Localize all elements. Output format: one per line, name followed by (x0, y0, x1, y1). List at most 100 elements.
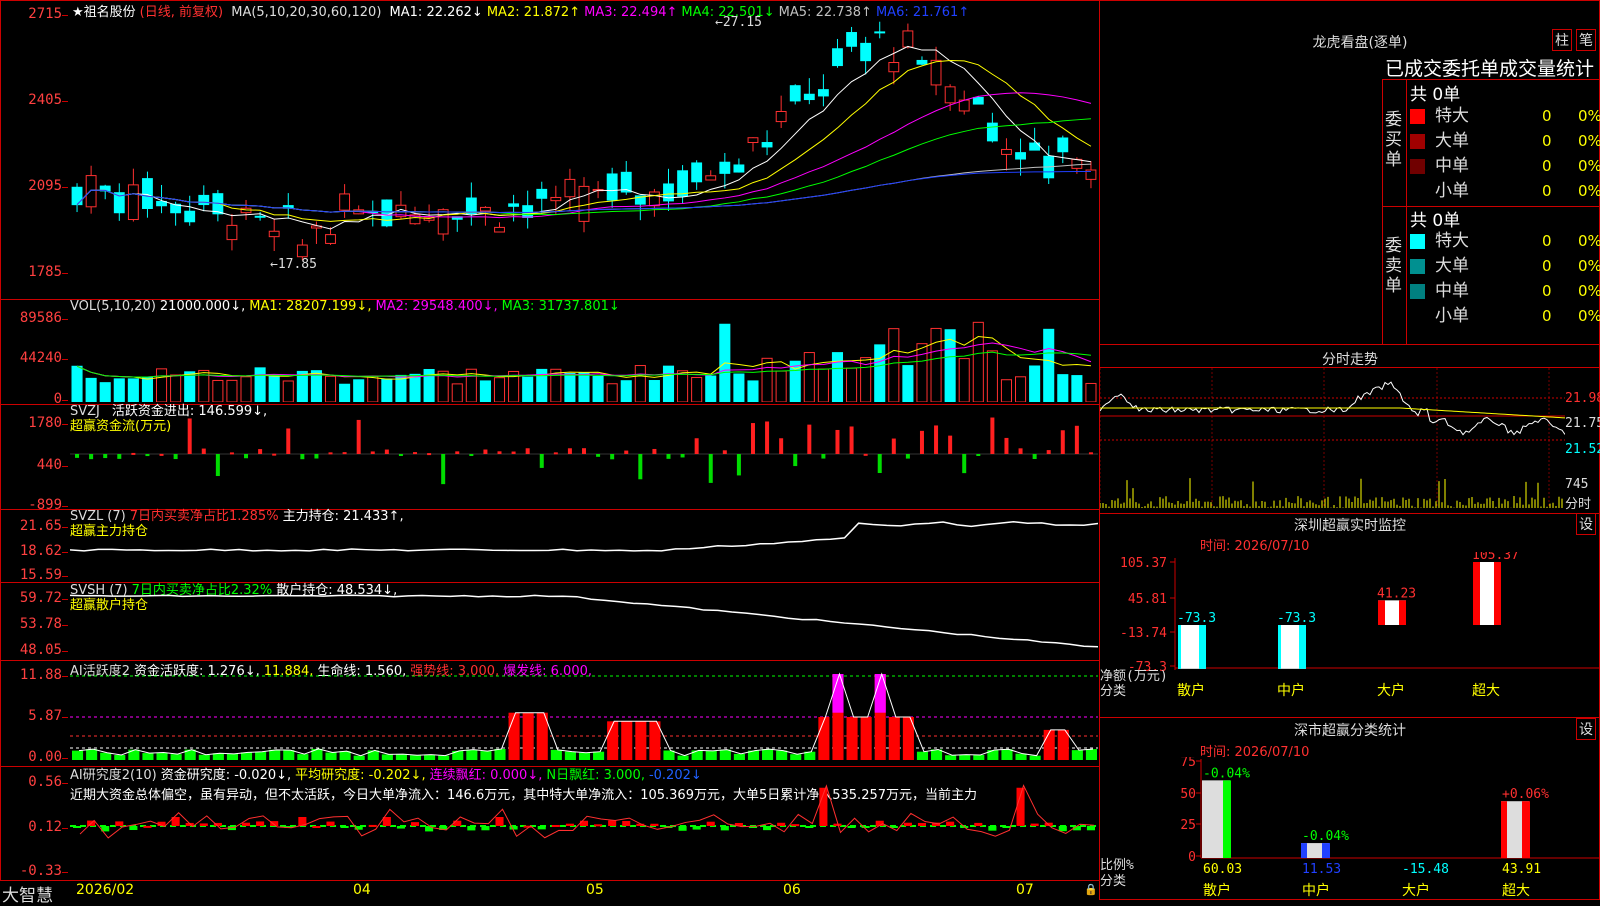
bar-edge (1299, 625, 1306, 669)
volume-bar (127, 378, 139, 402)
svsh-ylabel-0: 59.72 (19, 590, 62, 606)
svzl-ylabel-0: 21.65 (19, 518, 62, 534)
sz-class-settings-button[interactable]: 设 (1576, 718, 1596, 740)
sz-monitor-chart[interactable]: 105.3745.81-13.74-73.3-73.3散户-73.3中户41.2… (1100, 552, 1600, 718)
row-count: 0 (1542, 257, 1552, 275)
intraday-price-mid: 21.75 (1565, 416, 1600, 431)
research-bar (650, 823, 659, 826)
row-count: 0 (1542, 232, 1552, 250)
candle-body (733, 164, 745, 173)
research-bar (481, 826, 490, 831)
candle-body (761, 142, 773, 148)
sz-monitor-axis-label2: 分类 (1100, 684, 1126, 699)
research-bar (777, 822, 786, 826)
kline-chart[interactable]: ←27.15 ←17.85 (70, 14, 1098, 298)
buy-row-1: 大单 (1410, 129, 1469, 153)
candle-body (184, 210, 196, 223)
sell-row-0: 特大 (1410, 229, 1469, 253)
bar-edge (1522, 801, 1530, 858)
sz-monitor-ylabel-1: 45.81 (1128, 592, 1167, 607)
row-pct: 0% (1578, 132, 1600, 150)
ai-research-chart[interactable] (70, 776, 1098, 880)
activity-bar (860, 717, 872, 760)
svzj-chart[interactable] (70, 412, 1098, 508)
volume-bar (1057, 374, 1069, 402)
activity-bar (255, 751, 267, 760)
kline-ylabel-1: 2405 (28, 92, 62, 108)
sz-monitor-bar-1 (1278, 625, 1306, 669)
volume-bar (367, 375, 379, 402)
sz-class-axis-label: 比例% (1100, 858, 1134, 873)
svzj-bar (807, 424, 812, 454)
research-bar (326, 821, 335, 826)
svzj-bar (117, 454, 122, 459)
research-bar (917, 822, 927, 826)
vol-ylabel-0: 89586 (19, 310, 62, 326)
volume-bar (381, 378, 393, 402)
bar-edge (1399, 600, 1406, 625)
activity-bar (931, 749, 943, 760)
candle-body (71, 186, 83, 206)
svzj-bar (553, 452, 558, 455)
bar-edge (1278, 625, 1281, 669)
research-bar (847, 826, 856, 828)
volume-bar (353, 379, 365, 402)
activity-bar (916, 751, 929, 760)
svzj-bar (962, 454, 967, 474)
sz-monitor-settings-button[interactable]: 设 (1576, 513, 1596, 535)
volume-bar (226, 379, 238, 402)
svzj-bar (103, 454, 108, 459)
bar-view-button[interactable]: 柱 (1552, 29, 1572, 51)
research-bar (425, 826, 434, 832)
svzj-bar (145, 454, 150, 457)
activity-bar (593, 751, 605, 760)
ai-active-chart[interactable] (70, 670, 1098, 764)
svzj-bar (976, 454, 981, 456)
volume-bar (677, 370, 689, 402)
volume-indicator-name[interactable]: VOL(5,10,20) (70, 299, 156, 314)
volume-bar (930, 327, 942, 402)
brand-label: 大智慧 (2, 886, 53, 906)
candle-body (606, 173, 618, 201)
sz-class-chart[interactable]: 75 50 25 0 -0.04% 60.03 散户 -0.04% 11.53 中户 -15.48 大… (1100, 757, 1600, 900)
color-swatch (1410, 308, 1425, 324)
research-bar (720, 826, 729, 831)
volume-bar (71, 365, 83, 402)
candle-body (747, 137, 759, 144)
sz-class-title: 深市超赢分类统计 (1294, 723, 1406, 739)
candle-body (381, 199, 393, 227)
svzj-bar (652, 448, 657, 454)
intraday-chart[interactable] (1100, 368, 1565, 510)
activity-bar (494, 748, 506, 760)
sz-monitor-value-1: -73.3 (1277, 611, 1316, 626)
research-bar (565, 823, 574, 826)
bar-edge (1223, 780, 1231, 858)
activity-bar (100, 752, 112, 760)
activity-bar (959, 754, 971, 760)
activity-bar (409, 755, 422, 760)
activity-bar (156, 752, 168, 760)
svzj-bar (511, 451, 516, 454)
volume-value: 21000.000↓, (159, 299, 246, 314)
svsh-chart[interactable] (70, 592, 1098, 658)
sz-monitor-bar-2 (1378, 600, 1406, 625)
svzj-bar (469, 454, 474, 456)
svzj-bar (131, 452, 136, 455)
ai1-ylabel-0: 11.88 (19, 667, 62, 683)
volume-chart[interactable] (70, 318, 1098, 402)
tick-view-button[interactable]: 笔 (1576, 29, 1596, 51)
activity-bar (1043, 729, 1055, 760)
sz-class-ylabel-1: 50 (1180, 787, 1196, 802)
row-pct: 0% (1578, 232, 1600, 250)
lock-icon[interactable]: 🔒 (1084, 883, 1098, 896)
activity-bar (353, 755, 365, 760)
svzj-bar (1088, 452, 1093, 455)
activity-bar (1015, 753, 1027, 760)
svzl-chart[interactable] (70, 518, 1098, 580)
activity-bar (466, 749, 478, 760)
longhu-tabs[interactable]: 已成交委托单成交量统计 (1385, 54, 1600, 81)
volume-bar (324, 375, 337, 402)
activity-bar (142, 753, 154, 760)
activity-bar (480, 751, 492, 760)
sz-class-ylabel-3: 0 (1188, 850, 1196, 865)
